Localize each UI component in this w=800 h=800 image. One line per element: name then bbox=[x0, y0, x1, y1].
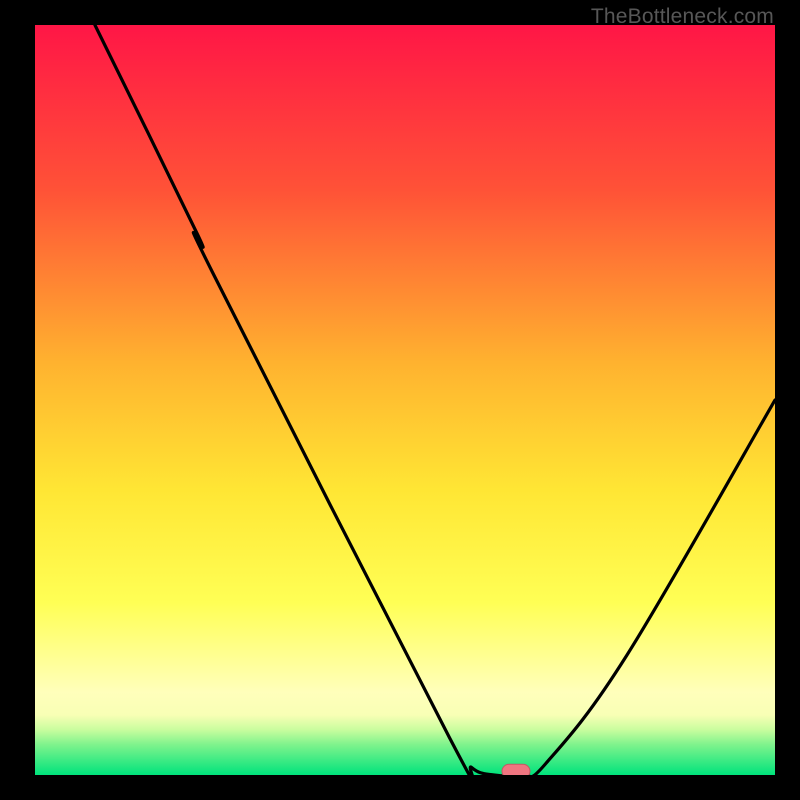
chart-frame: TheBottleneck.com bbox=[0, 0, 800, 800]
optimal-marker bbox=[502, 764, 530, 775]
gradient-background bbox=[35, 25, 775, 775]
watermark-text: TheBottleneck.com bbox=[591, 5, 774, 29]
bottleneck-curve-chart bbox=[35, 25, 775, 775]
plot-area bbox=[35, 25, 775, 775]
